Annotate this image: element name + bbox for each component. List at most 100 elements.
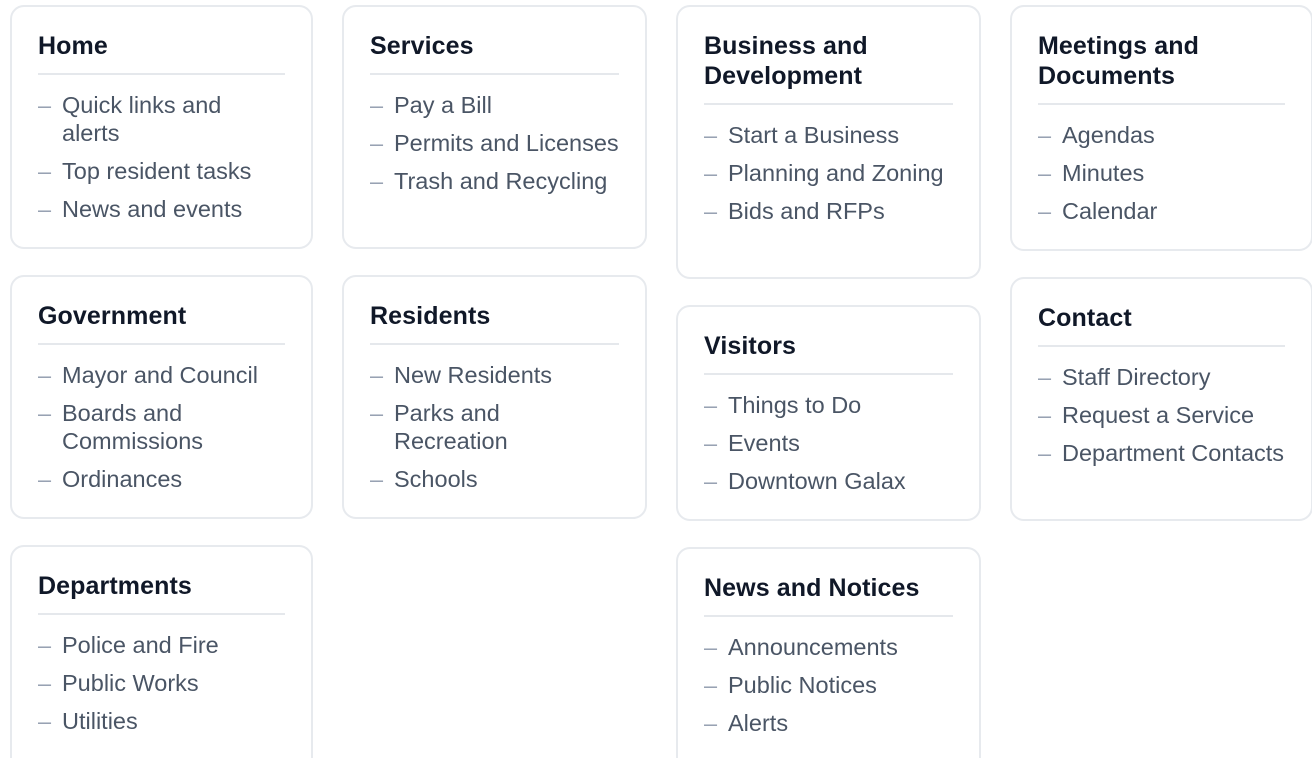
- link-label: Alerts: [728, 710, 789, 736]
- link-request-a-service[interactable]: – Request a Service: [1038, 401, 1285, 429]
- card-government: Government – Mayor and Council – Boards an…: [10, 275, 313, 519]
- divider: [1038, 345, 1285, 347]
- dash-icon: –: [704, 392, 718, 418]
- link-label: Top resident tasks: [62, 158, 252, 184]
- link-trash-and-recycling[interactable]: – Trash and Recycling: [370, 167, 619, 195]
- link-agendas[interactable]: – Agendas: [1038, 121, 1285, 149]
- link-label: Permits and Licenses: [394, 130, 619, 156]
- dash-icon: –: [370, 168, 384, 194]
- link-label: Downtown Galax: [728, 468, 906, 494]
- dash-icon: –: [1038, 122, 1052, 148]
- link-top-resident-tasks[interactable]: – Top resident tasks: [38, 157, 285, 185]
- link-utilities[interactable]: – Utilities: [38, 707, 285, 735]
- link-minutes[interactable]: – Minutes: [1038, 159, 1285, 187]
- dash-icon: –: [38, 158, 52, 184]
- divider: [370, 343, 619, 345]
- dash-icon: –: [704, 122, 718, 148]
- link-label: Minutes: [1062, 160, 1145, 186]
- link-start-a-business[interactable]: – Start a Business: [704, 121, 953, 149]
- link-calendar[interactable]: – Calendar: [1038, 197, 1285, 225]
- dash-icon: –: [1038, 160, 1052, 186]
- link-label: Start a Business: [728, 122, 900, 148]
- link-label: Mayor and Council: [62, 362, 258, 388]
- link-label: News and events: [62, 196, 243, 222]
- link-boards-and-commissions[interactable]: – Boards and Commissions: [38, 399, 285, 455]
- link-list-contact: – Staff Directory – Request a Service – Dep…: [1038, 363, 1285, 467]
- divider: [704, 373, 953, 375]
- link-list-business: – Start a Business – Planning and Zoning –…: [704, 121, 953, 225]
- dash-icon: –: [370, 466, 384, 492]
- link-label: Events: [728, 430, 800, 456]
- card-title-contact: Contact: [1038, 304, 1132, 332]
- link-label: Agendas: [1062, 122, 1155, 148]
- link-label: Announcements: [728, 634, 898, 660]
- dash-icon: –: [38, 362, 52, 388]
- link-label: Department Contacts: [1062, 440, 1285, 466]
- link-downtown-galax[interactable]: – Downtown Galax: [704, 467, 953, 495]
- link-events[interactable]: – Events: [704, 429, 953, 457]
- link-pay-a-bill[interactable]: – Pay a Bill: [370, 91, 619, 119]
- dash-icon: –: [38, 196, 52, 222]
- link-ordinances[interactable]: – Ordinances: [38, 465, 285, 493]
- card-title-departments: Departments: [38, 572, 192, 600]
- link-label: Bids and RFPs: [728, 198, 885, 224]
- link-label: Public Works: [62, 670, 199, 696]
- card-title-services: Services: [370, 32, 474, 60]
- link-permits-and-licenses[interactable]: – Permits and Licenses: [370, 129, 619, 157]
- divider: [38, 73, 285, 75]
- dash-icon: –: [370, 400, 384, 426]
- link-label: Pay a Bill: [394, 92, 492, 118]
- card-title-government: Government: [38, 302, 187, 330]
- card-residents: Residents – New Residents – Parks and Recr…: [342, 275, 647, 519]
- dash-icon: –: [38, 670, 52, 696]
- dash-icon: –: [704, 634, 718, 660]
- link-list-news: – Announcements – Public Notices – Alerts: [704, 633, 953, 737]
- divider: [38, 613, 285, 615]
- link-news-and-events[interactable]: – News and events: [38, 195, 285, 223]
- dash-icon: –: [704, 468, 718, 494]
- link-alerts[interactable]: – Alerts: [704, 709, 953, 737]
- dash-icon: –: [1038, 198, 1052, 224]
- link-label: Ordinances: [62, 466, 183, 492]
- link-schools[interactable]: – Schools: [370, 465, 619, 493]
- link-label: Things to Do: [728, 392, 862, 418]
- dash-icon: –: [38, 632, 52, 658]
- link-list-departments: – Police and Fire – Public Works – Utilitie…: [38, 631, 285, 735]
- dash-icon: –: [704, 430, 718, 456]
- link-planning-and-zoning[interactable]: – Planning and Zoning: [704, 159, 953, 187]
- link-police-and-fire[interactable]: – Police and Fire: [38, 631, 285, 659]
- card-title-home: Home: [38, 32, 108, 60]
- card-visitors: Visitors – Things to Do – Events – Downtown…: [676, 305, 981, 521]
- link-bids-and-rfps[interactable]: – Bids and RFPs: [704, 197, 953, 225]
- link-announcements[interactable]: – Announcements: [704, 633, 953, 661]
- dash-icon: –: [38, 708, 52, 734]
- link-public-works[interactable]: – Public Works: [38, 669, 285, 697]
- card-title-news: News and Notices: [704, 574, 920, 602]
- link-things-to-do[interactable]: – Things to Do: [704, 391, 953, 419]
- link-list-residents: – New Residents – Parks and Recreation – Sc…: [370, 361, 619, 493]
- link-label: Public Notices: [728, 672, 877, 698]
- link-new-residents[interactable]: – New Residents: [370, 361, 619, 389]
- link-department-contacts[interactable]: – Department Contacts: [1038, 439, 1285, 467]
- divider: [704, 103, 953, 105]
- card-title-residents: Residents: [370, 302, 491, 330]
- link-list-home: – Quick links and alerts – Top resident ta…: [38, 91, 285, 223]
- link-parks-and-recreation[interactable]: – Parks and Recreation: [370, 399, 619, 455]
- link-label: Calendar: [1062, 198, 1158, 224]
- card-title-visitors: Visitors: [704, 332, 797, 360]
- dash-icon: –: [704, 198, 718, 224]
- site-directory: Home – Quick links and alerts – Top reside…: [0, 0, 1312, 758]
- link-mayor-and-council[interactable]: – Mayor and Council: [38, 361, 285, 389]
- link-label: Police and Fire: [62, 632, 219, 658]
- link-label: Staff Directory: [1062, 364, 1211, 390]
- link-public-notices[interactable]: – Public Notices: [704, 671, 953, 699]
- dash-icon: –: [704, 160, 718, 186]
- link-list-meetings: – Agendas – Minutes – Calendar: [1038, 121, 1285, 225]
- link-staff-directory[interactable]: – Staff Directory: [1038, 363, 1285, 391]
- card-departments: Departments – Police and Fire – Public Wor…: [10, 545, 313, 758]
- link-list-visitors: – Things to Do – Events – Downtown Galax: [704, 391, 953, 495]
- dash-icon: –: [704, 672, 718, 698]
- dash-icon: –: [1038, 402, 1052, 428]
- link-quick-links[interactable]: – Quick links and alerts: [38, 91, 285, 147]
- dash-icon: –: [1038, 364, 1052, 390]
